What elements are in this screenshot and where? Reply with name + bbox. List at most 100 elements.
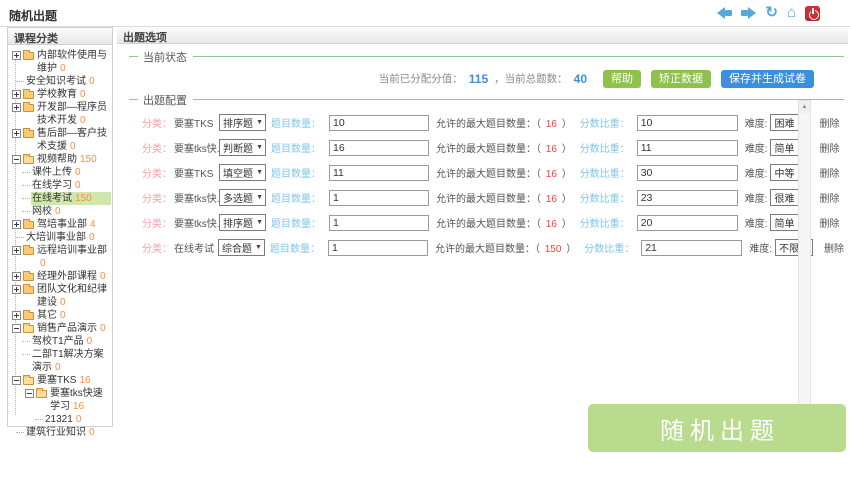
score-weight-input[interactable] — [637, 115, 738, 131]
tree-branch-tick — [16, 81, 24, 82]
quantity-input[interactable] — [329, 165, 429, 181]
tree-item[interactable]: 213210 — [9, 413, 111, 426]
tree-item[interactable]: 安全知识考试0 — [9, 75, 111, 88]
score-weight-input[interactable] — [637, 165, 738, 181]
fix-data-button[interactable]: 矫正数据 — [651, 70, 711, 88]
tree-item-count: 150 — [80, 154, 97, 165]
tree-branch-tick — [22, 211, 30, 212]
question-type-select[interactable]: 判断题 ▼ — [219, 139, 266, 156]
expand-plus-icon[interactable] — [12, 90, 21, 99]
delete-link[interactable]: 删除 — [819, 140, 839, 155]
tree-item[interactable]: 团队文化和纪律建设0 — [9, 283, 111, 309]
tree-item-label: 213210 — [44, 413, 111, 426]
tree-item[interactable]: 要塞tks快速学习16 — [9, 387, 111, 413]
delete-link[interactable]: 删除 — [819, 215, 839, 230]
tree-item[interactable]: 视频帮助150 — [9, 153, 111, 166]
delete-link[interactable]: 删除 — [819, 115, 839, 130]
question-type-select[interactable]: 多选题 ▼ — [219, 189, 266, 206]
delete-link[interactable]: 删除 — [819, 190, 839, 205]
back-icon[interactable] — [717, 7, 732, 19]
tree-item[interactable]: 内部软件使用与维护0 — [9, 49, 111, 75]
tree-item[interactable]: 开发部—程序员技术开发0 — [9, 101, 111, 127]
tree-item[interactable]: 二部T1解决方案演示0 — [9, 348, 111, 374]
tree-branch-tick — [22, 198, 30, 199]
tree-item[interactable]: 要塞TKS16 — [9, 374, 111, 387]
tree-item[interactable]: 在线学习0 — [9, 179, 111, 192]
main-content: 当前状态 当前已分配分值： 115 ，当前总题数： 40 帮助 矫正数据 保存并… — [117, 44, 848, 260]
expand-plus-icon[interactable] — [12, 285, 21, 294]
tree-item[interactable]: 其它0 — [9, 309, 111, 322]
tree-item-label: 驾培事业部4 — [36, 218, 111, 231]
difficulty-value: 不限 — [779, 240, 799, 255]
expand-plus-icon[interactable] — [12, 129, 21, 138]
tree-item-count: 0 — [70, 141, 76, 152]
expand-plus-icon[interactable] — [12, 103, 21, 112]
question-type-select[interactable]: 排序题 ▼ — [219, 114, 266, 131]
expand-plus-icon[interactable] — [12, 246, 21, 255]
save-generate-button[interactable]: 保存并生成试卷 — [721, 70, 814, 88]
score-weight-input[interactable] — [637, 190, 738, 206]
tree-item-count: 0 — [100, 271, 106, 282]
tree-item-label: 网校0 — [31, 205, 111, 218]
quantity-label: 题目数量： — [271, 165, 321, 180]
legend-dash — [129, 56, 138, 57]
tree-item[interactable]: 驾培事业部4 — [9, 218, 111, 231]
tree-item-label: 要塞tks快速学习16 — [49, 387, 111, 413]
tree-item-count: 16 — [79, 375, 90, 386]
collapse-minus-icon[interactable] — [12, 376, 21, 385]
chevron-down-icon: ▼ — [256, 219, 263, 226]
tree-item[interactable]: 在线考试150 — [9, 192, 111, 205]
collapse-minus-icon[interactable] — [12, 324, 21, 333]
score-weight-input[interactable] — [641, 240, 742, 256]
score-weight-input[interactable] — [637, 140, 738, 156]
folder-icon — [23, 325, 34, 333]
home-icon[interactable]: ⌂ — [787, 5, 796, 21]
tree-item-label: 经理外部课程0 — [36, 270, 111, 283]
tree-item-label: 其它0 — [36, 309, 111, 322]
tree-item[interactable]: 学校教育0 — [9, 88, 111, 101]
delete-link[interactable]: 删除 — [824, 240, 844, 255]
quantity-input[interactable] — [329, 140, 429, 156]
power-icon[interactable] — [805, 6, 820, 21]
max-suffix: ） — [566, 244, 576, 255]
quantity-input[interactable] — [329, 190, 429, 206]
tree-item[interactable]: 售后部—客户技术支援0 — [9, 127, 111, 153]
tree-item-label: 学校教育0 — [36, 88, 111, 101]
tree-item[interactable]: 销售产品演示0 — [9, 322, 111, 335]
tree-item-count: 0 — [75, 167, 81, 178]
forward-icon[interactable] — [741, 7, 756, 19]
delete-link[interactable]: 删除 — [819, 165, 839, 180]
question-type-select[interactable]: 填空题 ▼ — [219, 164, 266, 181]
category-label: 分类： — [142, 190, 172, 205]
help-button[interactable]: 帮助 — [603, 70, 641, 88]
sidebar-header: 课程分类 — [8, 28, 112, 45]
tree-branch-tick — [22, 354, 30, 355]
tree-item[interactable]: 课件上传0 — [9, 166, 111, 179]
tree-item[interactable]: 经理外部课程0 — [9, 270, 111, 283]
tree-item[interactable]: 网校0 — [9, 205, 111, 218]
question-type-select[interactable]: 综合题 ▼ — [218, 239, 265, 256]
scroll-up-icon[interactable]: ▲ — [799, 101, 810, 113]
refresh-icon[interactable]: ↻ — [765, 5, 778, 21]
vertical-scrollbar[interactable]: ▲ ▼ — [798, 100, 811, 448]
chevron-down-icon: ▼ — [256, 169, 263, 176]
expand-plus-icon[interactable] — [12, 51, 21, 60]
expand-plus-icon[interactable] — [12, 272, 21, 281]
expand-plus-icon[interactable] — [12, 220, 21, 229]
tree-item[interactable]: 大培训事业部0 — [9, 231, 111, 244]
tree-item[interactable]: 建筑行业知识0 — [9, 426, 111, 439]
folder-icon — [23, 52, 34, 60]
tree-item[interactable]: 驾校T1产品0 — [9, 335, 111, 348]
config-rows: 分类： 要塞TKS 排序题 ▼ 题目数量： 允许的最大题目数量：（ 16 ） 分… — [129, 110, 844, 260]
collapse-minus-icon[interactable] — [25, 389, 34, 398]
question-type-select[interactable]: 排序题 ▼ — [219, 214, 266, 231]
score-weight-input[interactable] — [637, 215, 738, 231]
quantity-input[interactable] — [328, 240, 428, 256]
quantity-label: 题目数量： — [270, 240, 320, 255]
tree-item[interactable]: 远程培训事业部0 — [9, 244, 111, 270]
expand-plus-icon[interactable] — [12, 311, 21, 320]
quantity-input[interactable] — [329, 115, 429, 131]
quantity-input[interactable] — [329, 215, 429, 231]
tree-item-count: 0 — [55, 206, 61, 217]
collapse-minus-icon[interactable] — [12, 155, 21, 164]
